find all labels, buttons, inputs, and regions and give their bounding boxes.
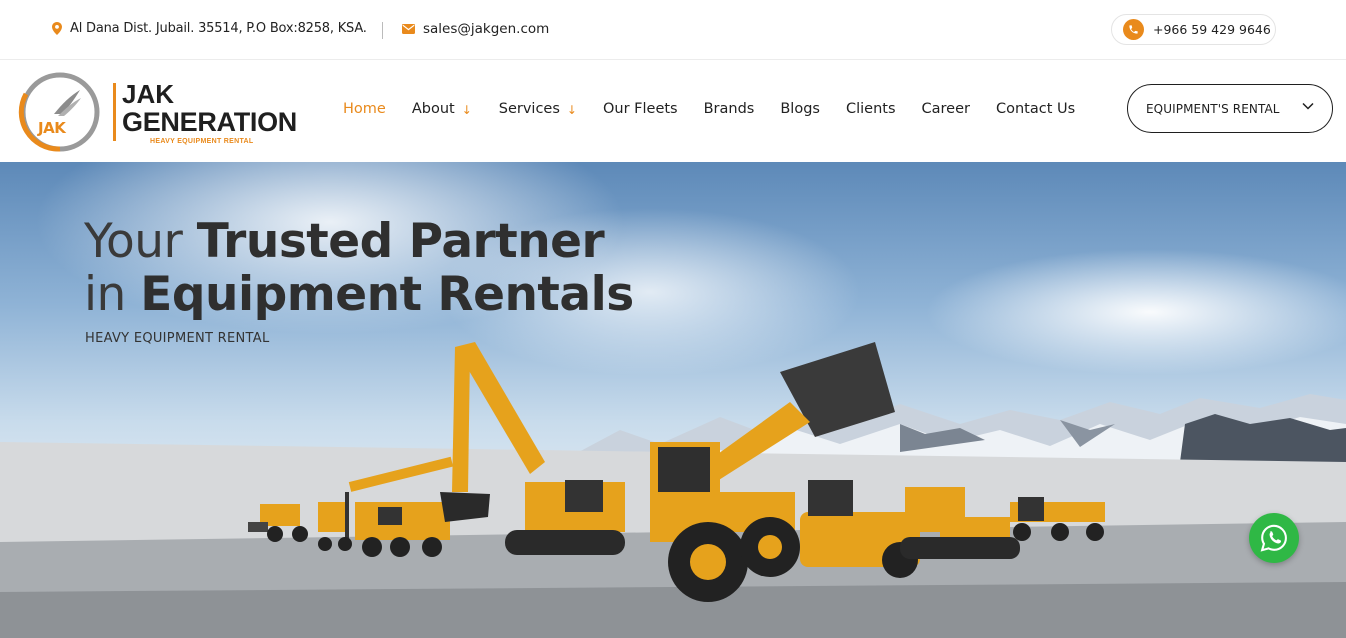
logo-brand-line1: JAK [122,79,175,109]
main-header: JAK JAK GENERATION HEAVY EQUIPMENT RENTA… [0,61,1346,162]
hero-title: Your Trusted Partner in Equipment Rental… [84,215,634,321]
nav-item-contact-us[interactable]: Contact Us [996,101,1075,117]
nav-item-services[interactable]: Services ↓ [499,101,577,117]
hero-subtitle: HEAVY EQUIPMENT RENTAL [85,331,270,346]
nav-item-label: Contact Us [995,101,1076,117]
nav-item-label: Blogs [780,101,820,117]
logo-tagline: HEAVY EQUIPMENT RENTAL [150,138,254,145]
whatsapp-icon [1260,524,1287,552]
whatsapp-button[interactable] [1249,513,1299,563]
phone-icon [1123,19,1144,40]
nav-item-brands[interactable]: Brands [704,101,755,117]
nav-item-our-fleets[interactable]: Our Fleets [603,101,678,117]
nav-item-career[interactable]: Career [922,101,970,117]
hero-title-line1-bold: Trusted Partner [196,214,605,269]
email-info[interactable]: sales@jakgen.com [402,21,549,37]
nav-item-label: Home [343,101,386,117]
logo-mark-text: JAK [38,119,66,137]
address-text: Al Dana Dist. Jubail. 35514, P.O Box:825… [70,21,367,36]
map-pin-icon [52,22,62,35]
hero-title-line1-light: Your [84,214,197,269]
logo-brand-line2: GENERATION [122,107,298,137]
top-info-bar: Al Dana Dist. Jubail. 35514, P.O Box:825… [0,0,1346,60]
hero-banner: Your Trusted Partner in Equipment Rental… [0,162,1346,638]
hero-title-line2-light: in [84,267,141,322]
nav-item-label: Clients [845,101,896,117]
phone-pill[interactable]: +966 59 429 9646 [1111,14,1276,45]
nav-item-label: Our Fleets [602,101,678,117]
nav-item-about[interactable]: About ↓ [412,101,472,117]
logo-divider [113,83,116,141]
rental-button-label: EQUIPMENT'S RENTAL [1146,101,1280,116]
envelope-icon [402,24,415,34]
topbar-divider [382,22,383,39]
jak-generation-logo[interactable]: JAK JAK GENERATION HEAVY EQUIPMENT RENTA… [18,70,300,154]
nav-item-label: About [411,101,455,117]
email-link[interactable]: sales@jakgen.com [423,21,549,37]
main-nav: Home About ↓ Services ↓ Our Fleets Brand… [343,101,1075,117]
nav-item-blogs[interactable]: Blogs [780,101,820,117]
nav-item-label: Career [921,101,970,117]
phone-number[interactable]: +966 59 429 9646 [1153,22,1271,37]
nav-item-home[interactable]: Home [343,101,386,117]
arrow-down-icon: ↓ [461,103,472,117]
logo-ring-icon [18,72,100,152]
arrow-down-icon: ↓ [566,103,577,117]
address-info: Al Dana Dist. Jubail. 35514, P.O Box:825… [52,21,367,36]
nav-item-clients[interactable]: Clients [846,101,896,117]
equipment-rental-dropdown-button[interactable]: EQUIPMENT'S RENTAL [1127,84,1333,133]
nav-item-label: Brands [703,101,755,117]
hero-title-line2-bold: Equipment Rentals [140,267,634,322]
chevron-down-icon [1302,102,1314,110]
nav-item-label: Services [498,101,560,117]
